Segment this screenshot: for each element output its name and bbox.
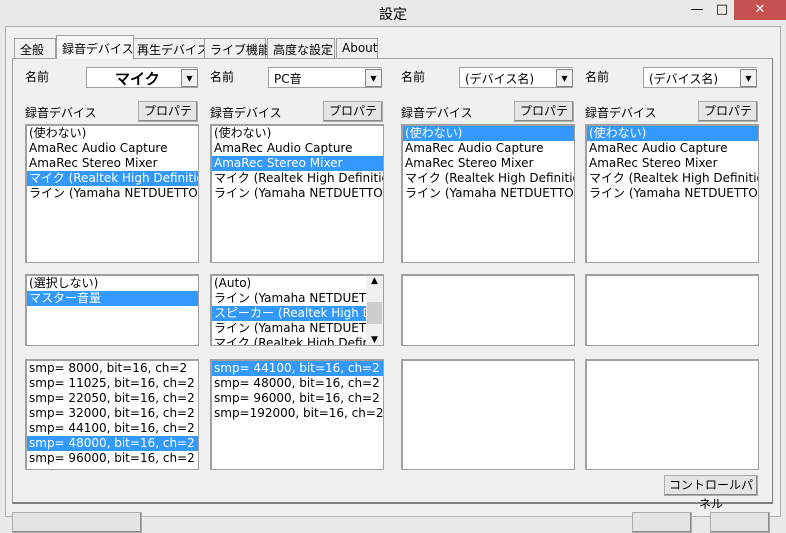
scroll-down-icon[interactable]: ▼ xyxy=(366,335,383,345)
list-item[interactable]: AmaRec Audio Capture xyxy=(403,141,574,156)
list-item[interactable]: smp= 48000, bit=16, ch=2 xyxy=(212,376,383,391)
list-item[interactable]: smp= 44100, bit=16, ch=2 xyxy=(27,421,198,436)
list-item[interactable]: ライン (Yamaha NETDUETTO xyxy=(212,291,366,306)
tab-0[interactable]: 全般 xyxy=(14,38,56,58)
chevron-down-icon[interactable]: ▼ xyxy=(740,69,757,87)
list-item[interactable]: ライン (Yamaha NETDUETTO Driver) xyxy=(212,186,383,201)
list-item[interactable]: (選択しない) xyxy=(27,276,198,291)
inputs-list[interactable]: ▲ ▼ (Auto) ライン (Yamaha NETDUETTO スピーカー (Real… xyxy=(210,274,384,346)
list-item[interactable]: (Auto) xyxy=(212,276,366,291)
window-title: 設定 xyxy=(379,7,407,23)
title-bar: 設定 — □ ✕ xyxy=(0,0,786,26)
inputs-list[interactable] xyxy=(585,274,759,346)
list-item[interactable]: AmaRec Stereo Mixer xyxy=(27,156,198,171)
formats-list[interactable] xyxy=(585,359,759,470)
tab-5[interactable]: About xyxy=(336,38,378,58)
list-item[interactable]: マイク (Realtek High Definition xyxy=(212,336,366,345)
list-item[interactable]: ライン (Yamaha NETDUETTO Driver) xyxy=(403,186,574,201)
list-item[interactable]: smp= 44100, bit=16, ch=2 xyxy=(212,361,383,376)
tab-2[interactable]: 再生デバイス xyxy=(131,38,209,58)
bottom-left-button[interactable] xyxy=(12,512,142,533)
scrollbar[interactable]: ▲ ▼ xyxy=(366,276,383,345)
ok-button[interactable] xyxy=(632,512,692,533)
maximize-button[interactable]: □ xyxy=(710,0,734,20)
list-item[interactable]: smp= 11025, bit=16, ch=2 xyxy=(27,376,198,391)
tab-1[interactable]: 録音デバイス xyxy=(56,35,134,59)
property-button[interactable]: プロパティ xyxy=(514,101,574,137)
name-combo[interactable]: (デバイス名) ▼ xyxy=(643,67,757,88)
cancel-button[interactable] xyxy=(710,512,770,533)
name-combo[interactable]: (デバイス名) ▼ xyxy=(459,67,573,88)
property-button[interactable]: プロパティ xyxy=(698,101,758,137)
list-item[interactable]: マイク (Realtek High Definition Audio) xyxy=(587,171,758,186)
list-item[interactable]: AmaRec Stereo Mixer xyxy=(403,156,574,171)
device-label: 録音デバイス xyxy=(585,106,657,120)
device-label: 録音デバイス xyxy=(210,106,282,120)
devices-list[interactable]: (使わない) AmaRec Audio Capture AmaRec Stereo … xyxy=(210,124,384,263)
name-combo[interactable]: PC音 ▼ xyxy=(268,67,382,88)
formats-list[interactable]: smp= 44100, bit=16, ch=2 smp= 48000, bit=… xyxy=(210,359,384,470)
list-item[interactable]: スピーカー (Realtek High Definition xyxy=(212,306,366,321)
list-item[interactable]: (使わない) xyxy=(27,126,198,141)
name-value: (デバイス名) xyxy=(649,72,719,86)
chevron-down-icon[interactable]: ▼ xyxy=(556,69,573,87)
tab-3[interactable]: ライブ機能 xyxy=(204,38,270,58)
device-label: 録音デバイス xyxy=(401,106,473,120)
chevron-down-icon[interactable]: ▼ xyxy=(365,69,382,87)
property-button[interactable]: プロパティ xyxy=(138,101,198,137)
devices-list[interactable]: (使わない) AmaRec Audio Capture AmaRec Stereo … xyxy=(401,124,575,263)
name-label: 名前 xyxy=(210,70,235,84)
list-item[interactable]: ライン (Yamaha NETDUETTO Driver) xyxy=(27,186,198,201)
list-item[interactable]: AmaRec Audio Capture xyxy=(212,141,383,156)
name-value: (デバイス名) xyxy=(465,72,535,86)
name-value: マイク xyxy=(115,70,160,88)
list-item[interactable]: AmaRec Audio Capture xyxy=(587,141,758,156)
control-panel-button[interactable]: コントロールパネル xyxy=(664,475,758,511)
list-item[interactable]: マイク (Realtek High Definition Audio) xyxy=(212,171,383,186)
minimize-button[interactable]: — xyxy=(684,0,710,20)
scroll-thumb[interactable] xyxy=(367,302,382,324)
list-item[interactable]: smp= 96000, bit=16, ch=2 xyxy=(27,451,198,466)
formats-list[interactable] xyxy=(401,359,575,470)
chevron-down-icon[interactable]: ▼ xyxy=(181,69,198,87)
list-item[interactable]: (使わない) xyxy=(587,126,758,141)
device-label: 録音デバイス xyxy=(25,106,97,120)
formats-list[interactable]: smp= 8000, bit=16, ch=2 smp= 11025, bit=1… xyxy=(25,359,199,470)
name-value: PC音 xyxy=(274,72,302,86)
name-label: 名前 xyxy=(25,70,50,84)
list-item[interactable]: (使わない) xyxy=(403,126,574,141)
list-item[interactable]: smp= 8000, bit=16, ch=2 xyxy=(27,361,198,376)
list-item[interactable]: smp= 48000, bit=16, ch=2 xyxy=(27,436,198,451)
list-item[interactable]: AmaRec Stereo Mixer xyxy=(587,156,758,171)
tab-4[interactable]: 高度な設定 xyxy=(267,38,335,58)
list-item[interactable]: smp= 32000, bit=16, ch=2 xyxy=(27,406,198,421)
list-item[interactable]: マイク (Realtek High Definition Audio) xyxy=(27,171,198,186)
devices-list[interactable]: (使わない) AmaRec Audio Capture AmaRec Stereo … xyxy=(585,124,759,263)
list-item[interactable]: AmaRec Stereo Mixer xyxy=(212,156,383,171)
inputs-list[interactable]: (選択しない) マスター音量 xyxy=(25,274,199,346)
list-item[interactable]: smp= 22050, bit=16, ch=2 xyxy=(27,391,198,406)
scroll-up-icon[interactable]: ▲ xyxy=(366,276,383,286)
property-button[interactable]: プロパティ xyxy=(323,101,383,137)
list-item[interactable]: ライン (Yamaha NETDUETTO Driver) xyxy=(587,186,758,201)
list-item[interactable]: (使わない) xyxy=(212,126,383,141)
name-combo[interactable]: マイク ▼ xyxy=(86,67,198,88)
name-label: 名前 xyxy=(401,70,426,84)
devices-list[interactable]: (使わない) AmaRec Audio Capture AmaRec Stereo … xyxy=(25,124,199,263)
list-item[interactable]: AmaRec Audio Capture xyxy=(27,141,198,156)
list-item[interactable]: smp= 96000, bit=16, ch=2 xyxy=(212,391,383,406)
list-item[interactable]: smp=192000, bit=16, ch=2 xyxy=(212,406,383,421)
inputs-list[interactable] xyxy=(401,274,575,346)
close-button[interactable]: ✕ xyxy=(734,0,786,20)
list-item[interactable]: ライン (Yamaha NETDUETTO xyxy=(212,321,366,336)
list-item[interactable]: マスター音量 xyxy=(27,291,198,306)
name-label: 名前 xyxy=(585,70,610,84)
list-item[interactable]: マイク (Realtek High Definition Audio) xyxy=(403,171,574,186)
